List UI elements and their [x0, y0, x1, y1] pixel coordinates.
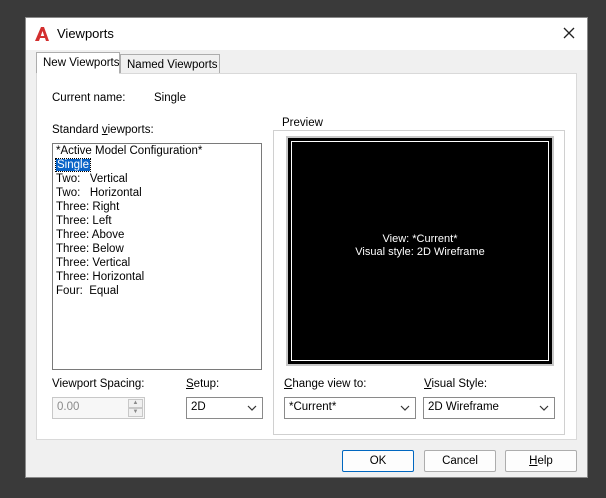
standard-viewports-label: Standard viewports:	[52, 124, 154, 136]
autocad-logo-icon	[35, 27, 49, 41]
viewport-spacing-label: Viewport Spacing:	[52, 378, 145, 390]
visual-style-label: Visual Style:	[424, 378, 488, 390]
spin-up-icon[interactable]: ▲	[128, 399, 143, 408]
list-item[interactable]: Three: Below	[53, 242, 261, 256]
change-view-to-value: *Current*	[289, 401, 337, 413]
list-item[interactable]: Three: Left	[53, 214, 261, 228]
change-view-to-label: Change view to:	[284, 378, 367, 390]
preview-canvas: View: *Current* Visual style: 2D Wirefra…	[286, 136, 554, 366]
setup-select[interactable]: 2D	[186, 397, 263, 419]
preview-view-text: View: *Current*	[382, 233, 458, 245]
list-item[interactable]: Three: Above	[53, 228, 261, 242]
viewport-spacing-stepper[interactable]: ▲ ▼	[128, 399, 143, 417]
preview-visual-style-text: Visual style: 2D Wireframe	[355, 246, 485, 258]
close-icon	[563, 27, 575, 39]
list-item[interactable]: Three: Horizontal	[53, 270, 261, 284]
viewport-spacing-input[interactable]: 0.00 ▲ ▼	[52, 397, 145, 419]
preview-caption: View: *Current* Visual style: 2D Wirefra…	[288, 233, 552, 259]
setup-value: 2D	[191, 401, 206, 413]
title-bar[interactable]: Viewports	[26, 18, 587, 50]
selected-item-text: Single	[55, 158, 91, 172]
visual-style-select[interactable]: 2D Wireframe	[423, 397, 555, 419]
chevron-down-icon	[247, 405, 257, 411]
ok-button[interactable]: OK	[342, 450, 414, 472]
list-item[interactable]: Three: Vertical	[53, 256, 261, 270]
change-view-to-select[interactable]: *Current*	[284, 397, 416, 419]
preview-group-title: Preview	[279, 117, 326, 129]
tab-named-viewports[interactable]: Named Viewports	[120, 54, 220, 74]
list-item[interactable]: *Active Model Configuration*	[53, 144, 261, 158]
cancel-button[interactable]: Cancel	[424, 450, 496, 472]
spin-down-icon[interactable]: ▼	[128, 408, 143, 417]
list-item[interactable]: Three: Right	[53, 200, 261, 214]
new-viewports-panel: Current name: Single Standard viewports:…	[36, 73, 577, 440]
chevron-down-icon	[400, 405, 410, 411]
setup-label: Setup:	[186, 378, 220, 390]
current-name-label: Current name:	[52, 92, 126, 104]
list-item[interactable]: Two: Horizontal	[53, 186, 261, 200]
chevron-down-icon	[539, 405, 549, 411]
viewport-spacing-value: 0.00	[57, 401, 80, 413]
standard-viewports-list[interactable]: *Active Model Configuration* Single Two:…	[52, 143, 262, 370]
list-item-selected[interactable]: Single	[53, 158, 261, 172]
window-title: Viewports	[57, 26, 114, 41]
close-button[interactable]	[551, 18, 587, 48]
viewports-dialog: Viewports New Viewports Named Viewports …	[25, 17, 588, 478]
help-button[interactable]: Help	[505, 450, 577, 472]
visual-style-value: 2D Wireframe	[428, 401, 499, 413]
current-name-value: Single	[154, 92, 186, 104]
list-item[interactable]: Four: Equal	[53, 284, 261, 298]
list-item[interactable]: Two: Vertical	[53, 172, 261, 186]
tab-new-viewports[interactable]: New Viewports	[36, 52, 120, 74]
